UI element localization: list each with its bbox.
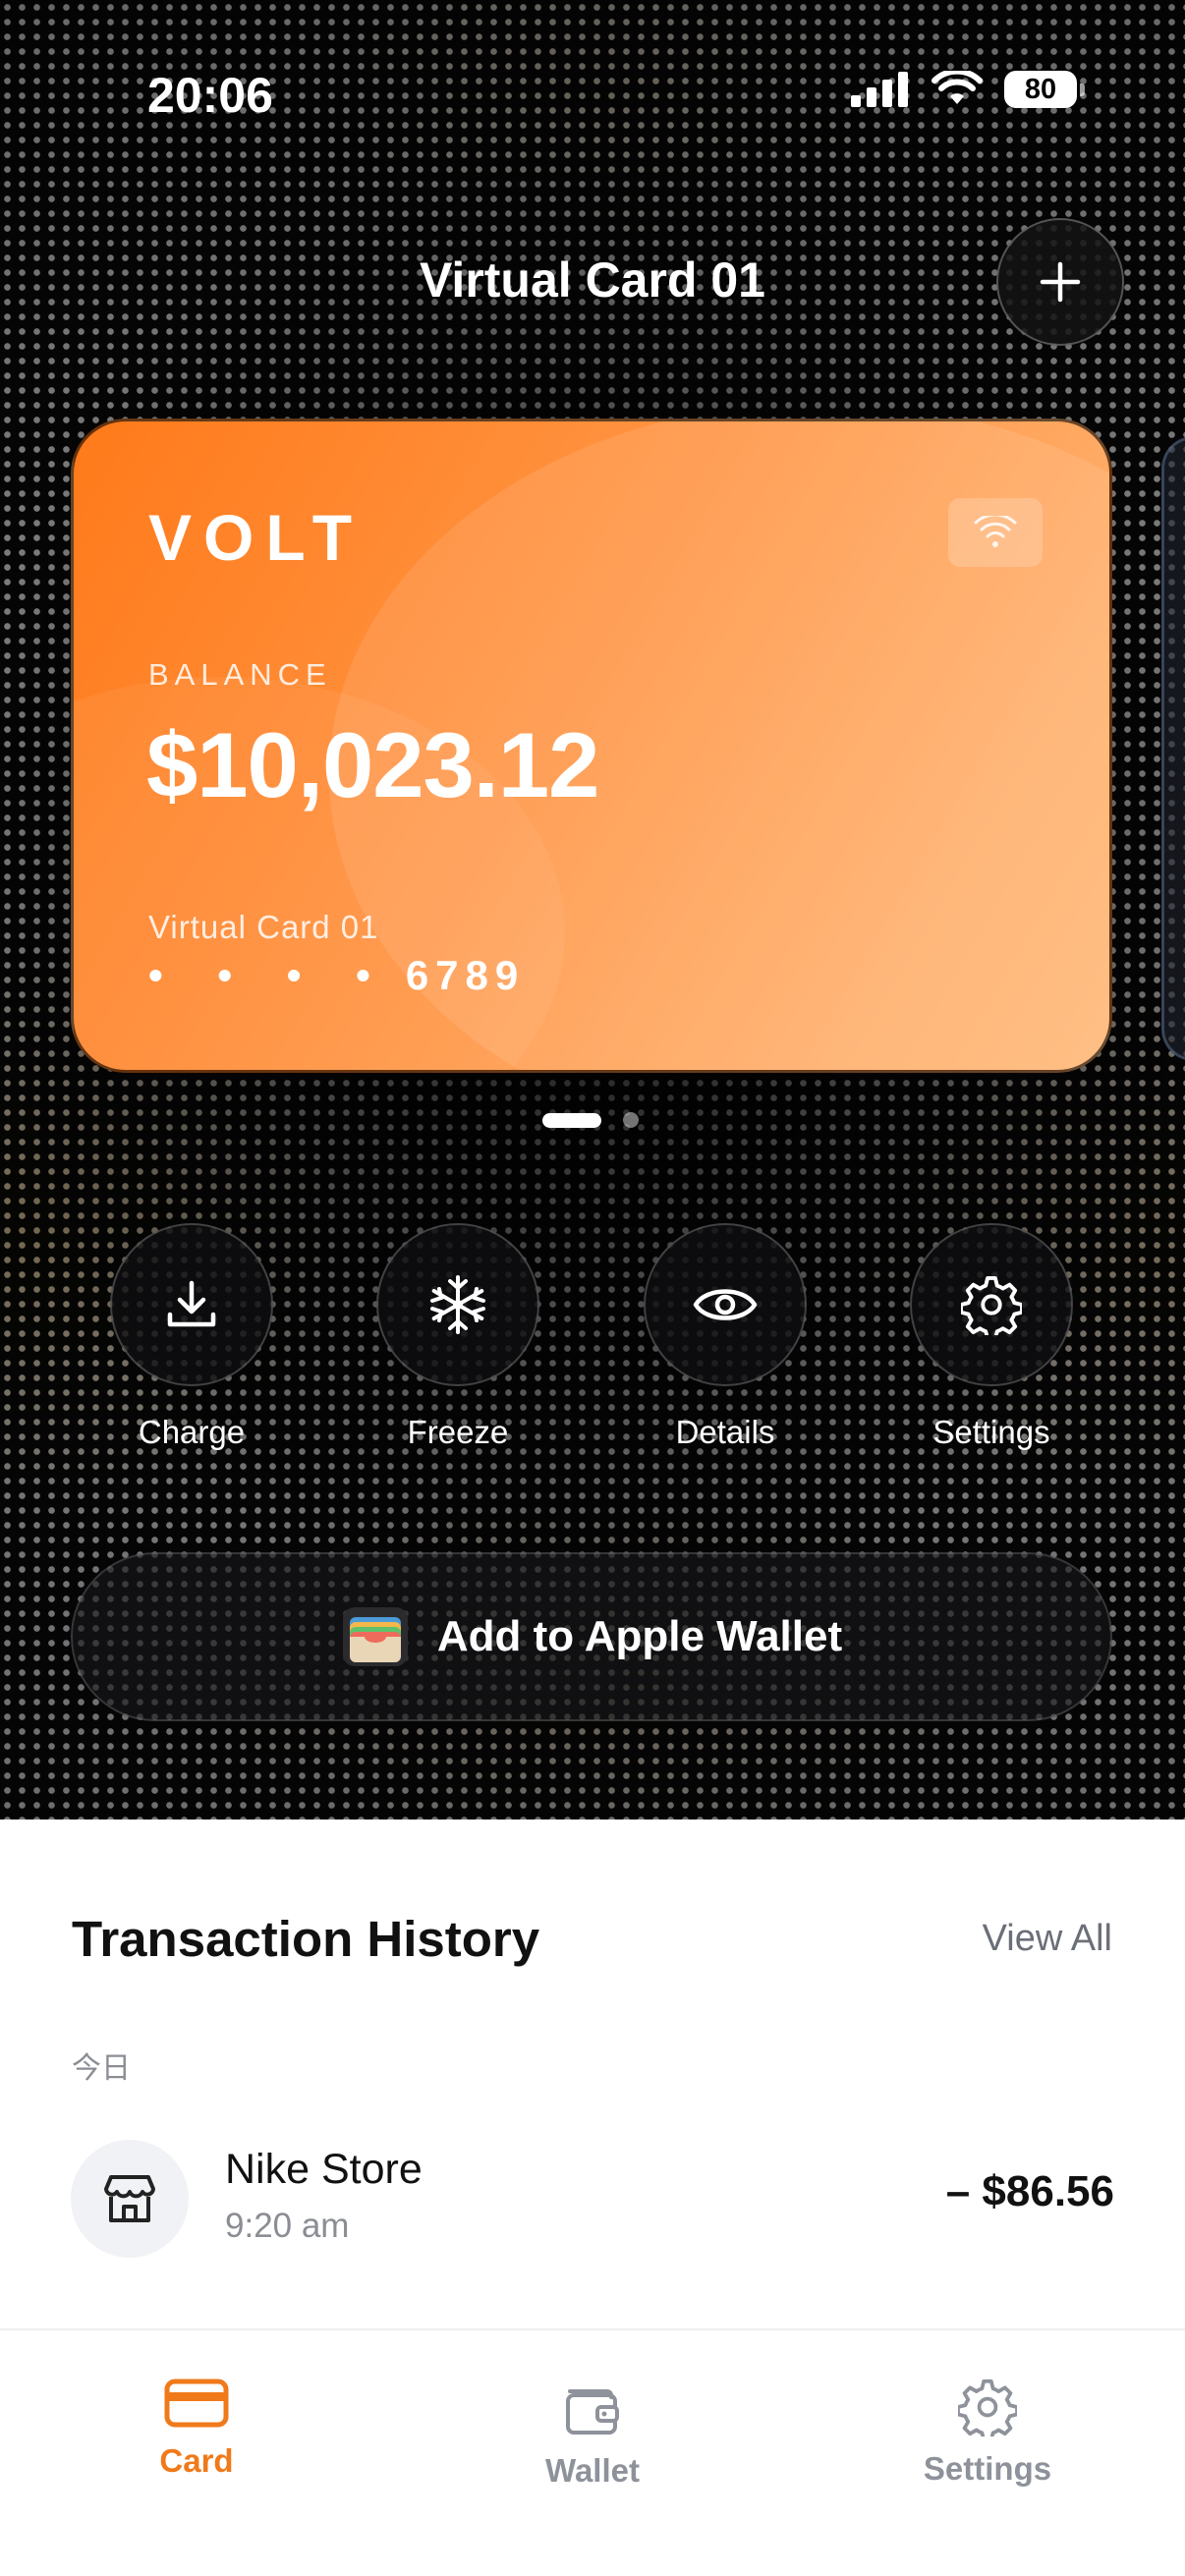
download-icon [167, 1280, 216, 1327]
battery-icon: 80 [1004, 71, 1085, 108]
freeze-label: Freeze [407, 1414, 509, 1450]
view-all-link[interactable]: View All [983, 1918, 1112, 1960]
details-action[interactable]: Details [627, 1223, 823, 1451]
next-card-peek[interactable] [1161, 436, 1185, 1061]
tab-bar: Card Wallet Settings [0, 2328, 1185, 2576]
wifi-icon [931, 71, 983, 104]
tab-card-label: Card [159, 2442, 234, 2479]
transaction-row[interactable]: Nike Store 9:20 am – $86.56 [71, 2140, 1114, 2260]
settings-action[interactable]: Settings [893, 1223, 1090, 1451]
date-group-label: 今日 [72, 2052, 131, 2085]
pager-dot[interactable] [623, 1112, 639, 1128]
card-brand-logo: VOLT [148, 501, 365, 574]
card-settings-button[interactable] [910, 1223, 1073, 1386]
settings-label: Settings [932, 1414, 1050, 1450]
transaction-time: 9:20 am [225, 2207, 350, 2245]
battery-level: 80 [1024, 73, 1057, 105]
charge-action[interactable]: Charge [93, 1223, 290, 1451]
charge-button[interactable] [110, 1223, 273, 1386]
freeze-action[interactable]: Freeze [360, 1223, 556, 1451]
tab-card[interactable]: Card [79, 2378, 314, 2480]
store-icon [71, 2140, 189, 2258]
apple-wallet-icon [342, 1607, 408, 1666]
status-icons: 80 [851, 71, 1085, 108]
card-last4: 6789 [405, 952, 526, 998]
card-number-mask: • • • • [148, 952, 392, 998]
balance-amount: $10,023.12 [146, 713, 599, 816]
gear-icon [958, 2379, 1017, 2436]
virtual-card[interactable]: VOLT BALANCE $10,023.12 Virtual Card 01 … [71, 419, 1112, 1073]
tab-wallet-label: Wallet [545, 2452, 640, 2489]
balance-label: BALANCE [148, 657, 332, 692]
app-root: 20:06 80 Virtual Card 01 VOLT BALANCE $1… [0, 0, 1185, 2576]
add-to-apple-wallet-button[interactable]: Add to Apple Wallet [71, 1552, 1112, 1721]
wallet-icon [566, 2389, 619, 2435]
add-card-button[interactable] [996, 218, 1124, 346]
snowflake-icon [430, 1275, 485, 1334]
tab-settings[interactable]: Settings [870, 2378, 1105, 2488]
signal-icon [851, 72, 908, 107]
card-icon [164, 2379, 229, 2428]
details-button[interactable] [644, 1223, 807, 1386]
transaction-amount: – $86.56 [945, 2167, 1114, 2215]
status-time: 20:06 [147, 68, 273, 123]
tab-wallet[interactable]: Wallet [475, 2378, 710, 2490]
transaction-merchant: Nike Store [225, 2146, 423, 2193]
eye-icon [693, 1289, 758, 1320]
card-name: Virtual Card 01 [148, 909, 379, 945]
contactless-icon [948, 498, 1043, 567]
card-pager [542, 1112, 639, 1128]
add-to-wallet-label: Add to Apple Wallet [436, 1612, 843, 1660]
gear-icon [961, 1275, 1022, 1335]
pager-dot-active[interactable] [542, 1112, 601, 1128]
charge-label: Charge [138, 1414, 246, 1450]
transaction-history-title: Transaction History [72, 1911, 540, 1967]
card-number: • • • • 6789 [148, 952, 525, 999]
plus-icon [1040, 261, 1081, 303]
freeze-button[interactable] [376, 1223, 539, 1386]
details-label: Details [675, 1414, 775, 1450]
tab-settings-label: Settings [923, 2450, 1052, 2487]
card-section: 20:06 80 Virtual Card 01 VOLT BALANCE $1… [0, 0, 1185, 1820]
